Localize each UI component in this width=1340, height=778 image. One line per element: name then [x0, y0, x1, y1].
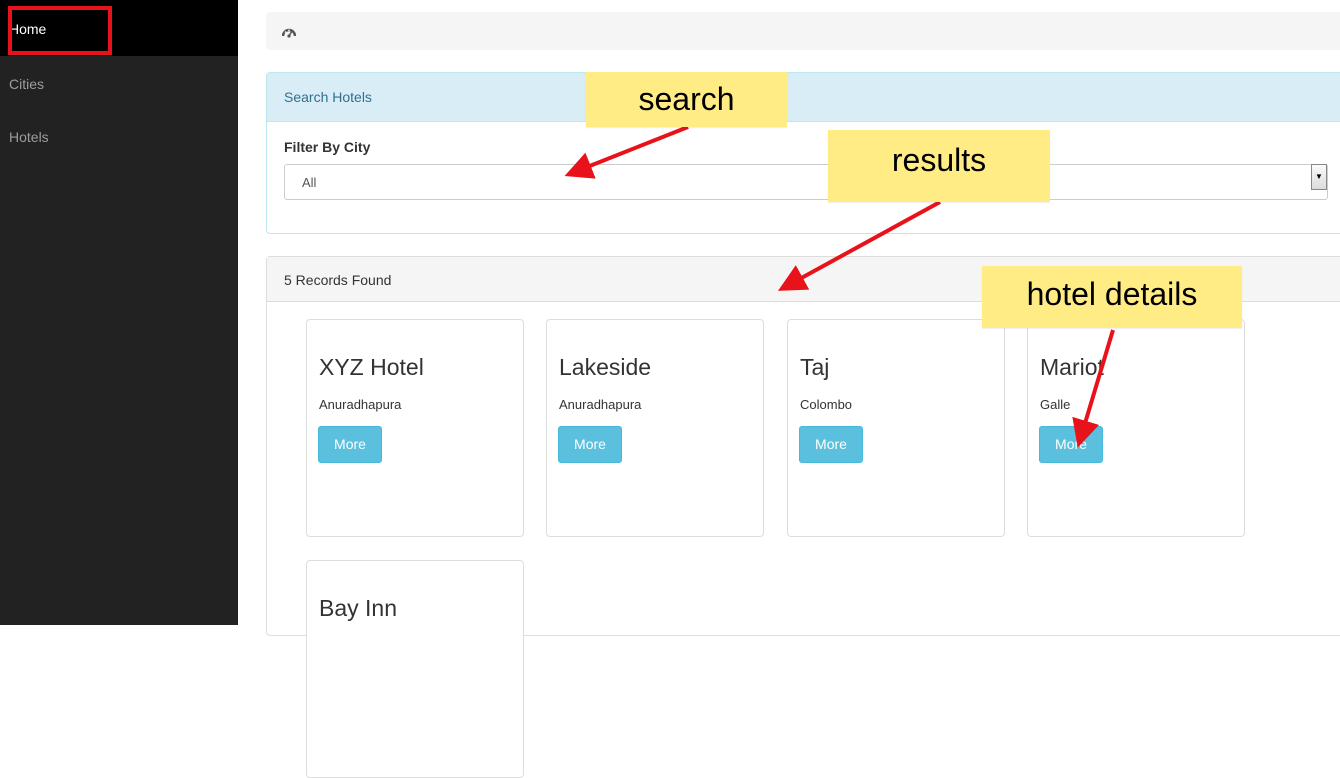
breadcrumb [266, 12, 1340, 50]
hotel-card: Taj Colombo More [787, 319, 1005, 537]
hotel-city: Anuradhapura [559, 397, 642, 412]
dropdown-arrow-icon[interactable]: ▼ [1311, 164, 1327, 190]
results-callout: results [828, 130, 1050, 202]
dashboard-icon[interactable] [281, 25, 297, 43]
search-panel: Search Hotels Filter By City All ▼ [266, 72, 1340, 234]
hotel-card: Mariot Galle More [1027, 319, 1245, 537]
hotel-details-callout: hotel details [982, 266, 1242, 328]
hotel-city: Anuradhapura [319, 397, 402, 412]
hotel-city: Colombo [800, 397, 853, 412]
hotel-card: Bay Inn [306, 560, 524, 778]
more-button[interactable]: More [1039, 426, 1103, 463]
hotel-name: Bay Inn [319, 595, 397, 621]
hotel-name: Taj [800, 354, 830, 380]
hotel-card: Lakeside Anuradhapura More [546, 319, 764, 537]
filter-by-city-label: Filter By City [284, 139, 371, 155]
more-button[interactable]: More [558, 426, 622, 463]
hotel-card: XYZ Hotel Anuradhapura More [306, 319, 524, 537]
search-callout: search [586, 72, 787, 127]
hotel-name: Mariot [1040, 354, 1104, 380]
sidebar: Home Cities Hotels [0, 0, 238, 625]
search-panel-heading: Search Hotels [267, 73, 1340, 122]
more-button[interactable]: More [799, 426, 863, 463]
hotel-city: Galle [1040, 397, 1071, 412]
home-highlight-box [8, 6, 112, 55]
hotel-name: Lakeside [559, 354, 652, 380]
hotel-name: XYZ Hotel [319, 354, 424, 380]
city-select-value: All [302, 175, 317, 190]
sidebar-item-hotels[interactable]: Hotels [9, 129, 49, 145]
more-button[interactable]: More [318, 426, 382, 463]
sidebar-item-cities[interactable]: Cities [9, 76, 44, 92]
city-select[interactable]: All ▼ [284, 164, 1328, 200]
